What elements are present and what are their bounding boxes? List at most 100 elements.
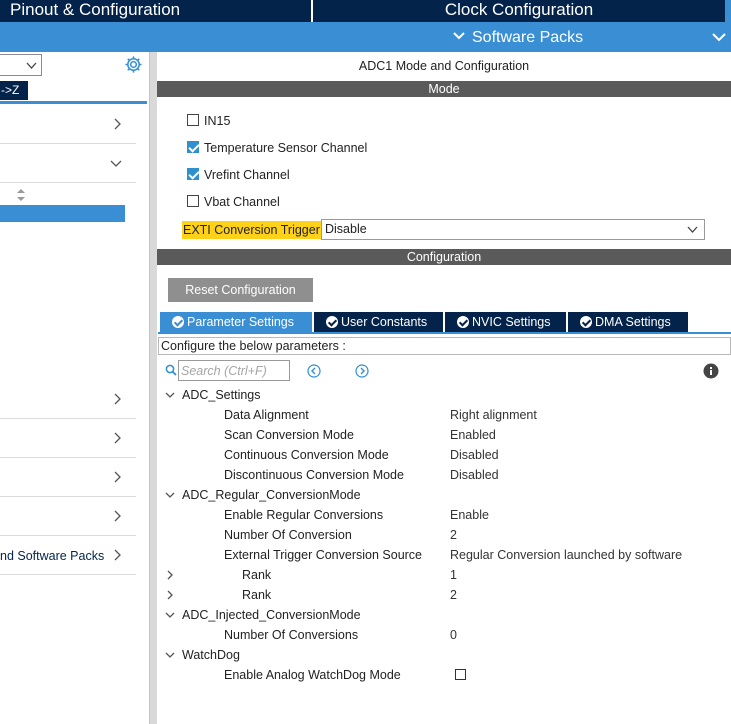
check-circle-icon [326,316,338,328]
param-value[interactable]: Disabled [450,465,499,485]
param-name: Discontinuous Conversion Mode [224,468,404,482]
left-category-row-expanded[interactable] [0,144,136,183]
left-panel-divider [0,101,147,104]
configuration-section-header: Configuration [157,249,731,265]
param-row[interactable]: Number Of Conversions 0 [0,625,731,645]
tree-group-watchdog[interactable]: WatchDog [0,645,731,665]
info-icon[interactable] [703,363,719,379]
param-name: Continuous Conversion Mode [224,448,389,462]
tab-user-constants[interactable]: User Constants [314,312,443,332]
param-value[interactable]: Disabled [450,445,499,465]
search-input[interactable] [178,360,290,381]
gear-icon[interactable] [124,55,143,74]
tab-edge-strip [725,0,731,22]
chevron-right-icon [114,118,121,130]
software-packs-bar [0,22,731,52]
tree-group-adc-settings[interactable]: ADC_Settings [0,385,731,405]
mode-configuration-title: ADC1 Mode and Configuration [358,59,530,73]
param-value[interactable]: Enabled [450,425,496,445]
checkbox-box[interactable] [187,195,199,207]
tree-group-label: ADC_Settings [182,388,261,402]
param-name: Number Of Conversions [224,628,359,642]
search-icon [165,364,177,376]
param-row[interactable]: Scan Conversion Mode Enabled [0,425,731,445]
sort-arrows-icon[interactable] [16,188,26,202]
param-row[interactable]: Enable Regular Conversions Enable [0,505,731,525]
param-value[interactable]: Enable [450,505,489,525]
tab-parameter-settings[interactable]: Parameter Settings [160,312,312,332]
param-value[interactable]: 2 [450,525,457,545]
param-name: External Trigger Conversion Source [224,548,423,562]
configure-hint: Configure the below parameters : [158,337,731,355]
param-name: Scan Conversion Mode [224,428,354,442]
tab-label: DMA Settings [595,315,671,329]
param-value[interactable]: 1 [450,565,457,585]
chevron-down-icon[interactable] [710,28,728,48]
sort-az-button[interactable]: ->Z [0,81,28,100]
watchdog-checkbox[interactable] [455,669,466,680]
checkbox-label: Vbat Channel [204,195,280,209]
chevron-down-icon [165,392,175,398]
tab-pinout-configuration[interactable]: Pinout & Configuration [0,0,311,22]
left-selected-item[interactable] [0,205,125,222]
param-row[interactable]: Discontinuous Conversion Mode Disabled [0,465,731,485]
param-name: Number Of Conversion [224,528,352,542]
param-row[interactable]: Continuous Conversion Mode Disabled [0,445,731,465]
tree-group-label: ADC_Regular_ConversionMode [182,488,361,502]
param-row[interactable]: External Trigger Conversion Source Regul… [0,545,731,565]
tab-label: Parameter Settings [187,315,294,329]
tab-label: NVIC Settings [472,315,551,329]
chevron-right-icon [167,570,173,580]
chevron-down-icon [453,32,465,40]
param-row[interactable]: Number Of Conversion 2 [0,525,731,545]
tab-clock-configuration[interactable]: Clock Configuration [311,0,725,22]
software-packs-label: Software Packs [472,29,584,46]
chevron-down-icon [687,226,698,233]
checkbox-box[interactable] [187,141,199,153]
tab-underline [158,332,731,334]
checkbox-label: Temperature Sensor Channel [204,141,368,155]
check-circle-icon [457,316,469,328]
tab-nvic-settings[interactable]: NVIC Settings [445,312,566,332]
param-value[interactable]: 2 [450,585,457,605]
rank-row[interactable]: Rank 1 [0,565,731,585]
exti-trigger-value: Disable [325,222,367,236]
chevron-down-icon [26,62,37,69]
tree-group-label: ADC_Injected_ConversionMode [182,608,361,622]
next-match-icon[interactable] [355,364,369,378]
reset-configuration-button[interactable]: Reset Configuration [168,278,313,302]
checkbox-box[interactable] [187,168,199,180]
exti-trigger-label: EXTI Conversion Trigger [182,221,321,239]
param-value[interactable]: Right alignment [450,405,537,425]
exti-trigger-select[interactable]: Disable [321,219,705,240]
param-row[interactable]: Enable Analog WatchDog Mode [0,665,731,685]
tab-label: User Constants [341,315,428,329]
tree-group-label: WatchDog [182,648,240,662]
category-select[interactable] [0,54,42,76]
tree-group-regular-conversion[interactable]: ADC_Regular_ConversionMode [0,485,731,505]
left-category-row[interactable] [0,105,136,144]
check-circle-icon [580,316,592,328]
param-row[interactable]: Data Alignment Right alignment [0,405,731,425]
chevron-right-icon [167,590,173,600]
param-name: Rank [242,588,272,602]
param-name: Enable Analog WatchDog Mode [224,668,401,682]
tree-group-injected-conversion[interactable]: ADC_Injected_ConversionMode [0,605,731,625]
chevron-down-icon [165,612,175,618]
rank-row[interactable]: Rank 2 [0,585,731,605]
param-name: Data Alignment [224,408,309,422]
software-packs-menu[interactable]: Software Packs [452,28,583,48]
param-name: Enable Regular Conversions [224,508,384,522]
param-name: Rank [242,568,272,582]
chevron-down-icon [165,652,175,658]
checkbox-label: IN15 [204,114,231,128]
mode-section-header: Mode [157,81,731,97]
tab-dma-settings[interactable]: DMA Settings [568,312,688,332]
previous-match-icon[interactable] [307,364,321,378]
chevron-down-icon [110,160,122,167]
param-value[interactable]: Regular Conversion launched by software [450,545,682,565]
chevron-down-icon [165,492,175,498]
param-value[interactable]: 0 [450,625,457,645]
check-circle-icon [172,316,184,328]
checkbox-box[interactable] [187,114,199,126]
